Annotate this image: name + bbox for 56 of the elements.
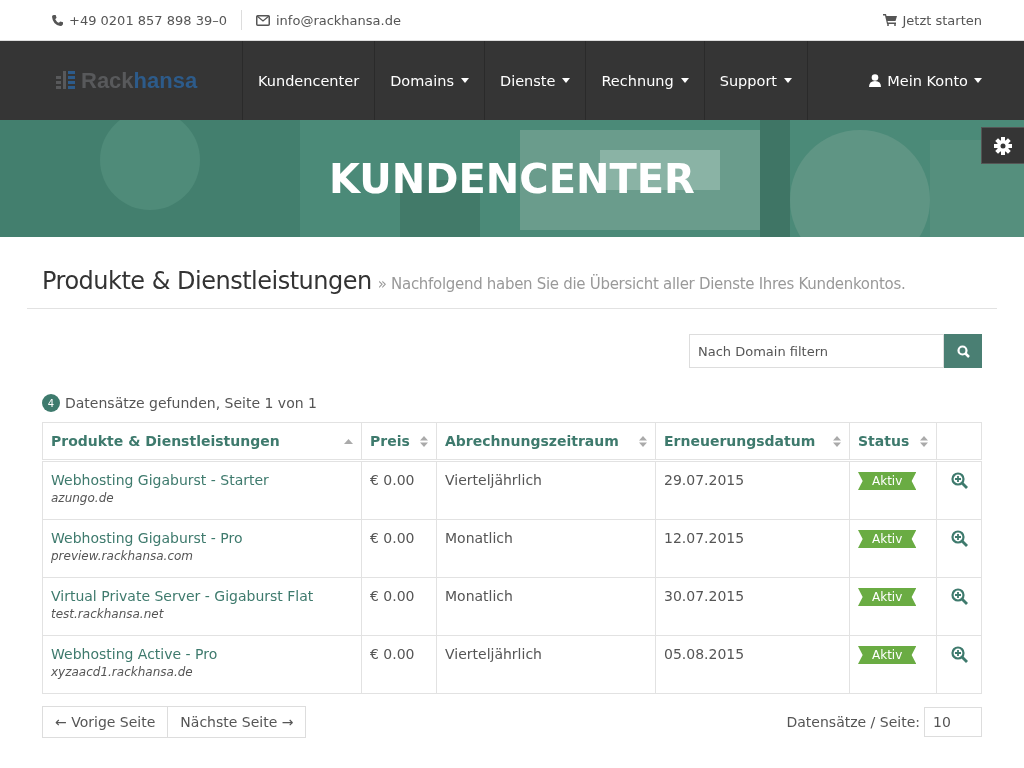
product-link[interactable]: Webhosting Gigaburst - Starter: [51, 472, 353, 488]
column-header[interactable]: Preis: [361, 422, 437, 461]
table-cell: Vierteljährlich: [436, 635, 656, 694]
status-label: Aktiv: [858, 646, 917, 664]
domain-text: xyzaacd1.rackhansa.de: [51, 665, 194, 679]
page-banner-title: KUNDENCENTER: [329, 154, 695, 203]
get-started-link[interactable]: Jetzt starten: [902, 12, 982, 28]
status-label: Aktiv: [858, 530, 917, 548]
per-page-label: Datensätze / Seite:: [786, 714, 920, 730]
email-link[interactable]: info@rackhansa.de: [276, 12, 401, 28]
table-cell: € 0.00: [361, 577, 437, 636]
next-page-button[interactable]: Nächste Seite →: [168, 706, 307, 738]
table-cell: € 0.00: [361, 519, 437, 578]
product-link[interactable]: Virtual Private Server - Gigaburst Flat: [51, 588, 353, 604]
column-header[interactable]: Status: [849, 422, 937, 461]
column-header[interactable]: Abrechnungszeitraum: [436, 422, 656, 461]
search-button[interactable]: [944, 334, 982, 368]
column-header[interactable]: Erneuerungsdatum: [655, 422, 850, 461]
phone-icon: [52, 14, 63, 26]
table-cell: 29.07.2015: [655, 460, 850, 520]
zoom-in-icon[interactable]: [950, 646, 968, 663]
phone-number: +49 0201 857 898 39–0: [69, 12, 227, 28]
table-cell: € 0.00: [361, 635, 437, 694]
zoom-in-icon[interactable]: [950, 530, 968, 547]
table-cell: € 0.00: [361, 460, 437, 520]
table-cell: Vierteljährlich: [436, 460, 656, 520]
search-icon: [956, 344, 970, 358]
settings-button[interactable]: [981, 127, 1024, 164]
envelope-icon: [256, 14, 270, 26]
table-cell: 12.07.2015: [655, 519, 850, 578]
domain-text: test.rackhansa.net: [51, 607, 165, 621]
table-cell: Monatlich: [436, 519, 656, 578]
table-cell: 05.08.2015: [655, 635, 850, 694]
status-label: Aktiv: [858, 588, 917, 606]
results-summary: Datensätze gefunden, Seite 1 von 1: [65, 395, 317, 411]
section-heading: Produkte & Dienstleistungen: [42, 267, 372, 295]
zoom-in-icon[interactable]: [950, 588, 968, 605]
per-page-field[interactable]: 10: [924, 707, 982, 737]
settings-icon: [994, 136, 1012, 155]
domain-text: azungo.de: [51, 491, 115, 505]
table-cell: 30.07.2015: [655, 577, 850, 636]
column-header[interactable]: Produkte & Dienstleistungen: [42, 422, 362, 461]
table-cell: Monatlich: [436, 577, 656, 636]
count-badge: 4: [42, 394, 60, 412]
section-subheading: » Nachfolgend haben Sie die Übersicht aller Dienste Ihres Kundenkontos.: [377, 275, 906, 293]
status-label: Aktiv: [858, 472, 917, 490]
bars-icon: [56, 70, 76, 91]
domain-text: preview.rackhansa.com: [51, 549, 195, 563]
account-menu[interactable]: Mein Konto: [854, 41, 982, 120]
zoom-in-icon[interactable]: [950, 472, 968, 489]
previous-page-button[interactable]: ← Vorige Seite: [42, 706, 169, 738]
user-icon: [869, 74, 882, 87]
product-link[interactable]: Webhosting Active - Pro: [51, 646, 353, 662]
cart-icon: [882, 14, 897, 26]
domain-filter-field[interactable]: Nach Domain filtern: [689, 334, 944, 368]
product-link[interactable]: Webhosting Gigaburst - Pro: [51, 530, 353, 546]
